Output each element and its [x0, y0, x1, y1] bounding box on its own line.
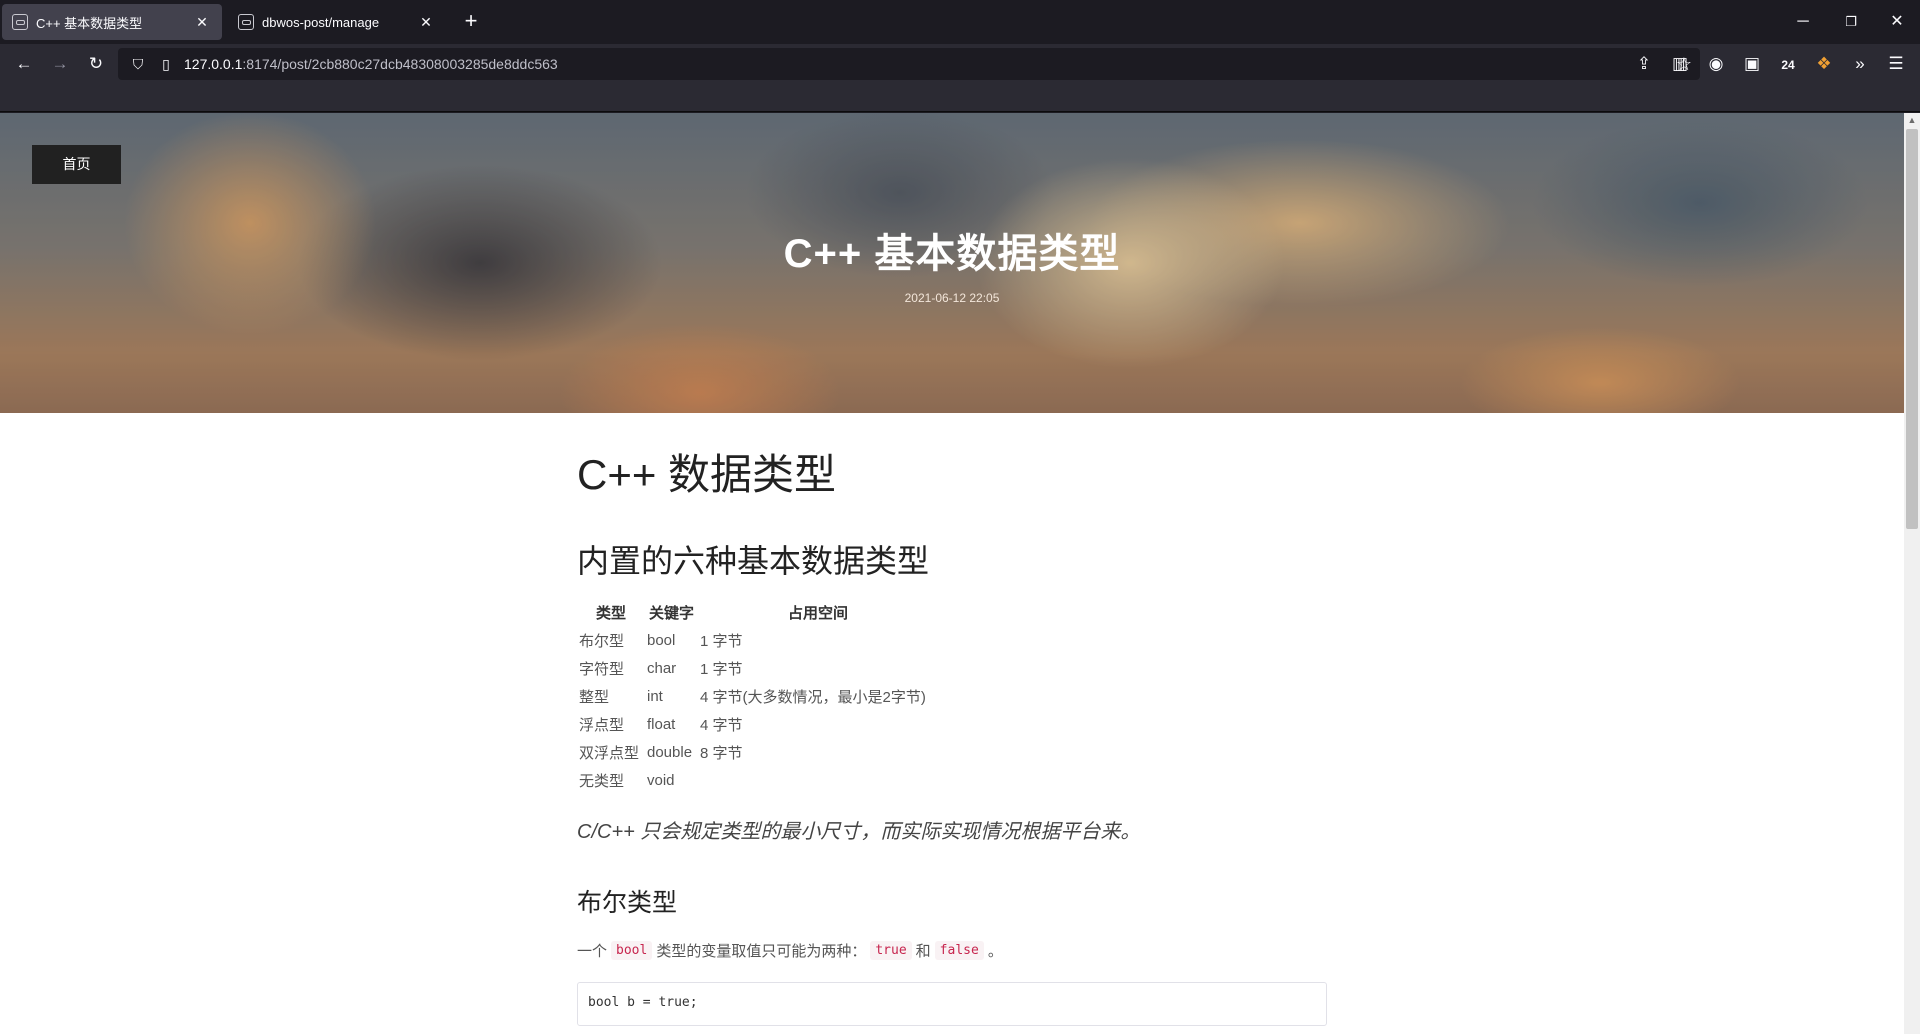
- back-icon[interactable]: ←: [10, 50, 38, 78]
- tab-favicon-icon: [12, 14, 28, 30]
- table-cell: 双浮点型: [579, 744, 640, 762]
- table-cell: 4 字节(大多数情况，最小是2字节): [700, 688, 926, 706]
- tab-post-manage[interactable]: dbwos-post/manage ✕: [228, 4, 446, 40]
- close-window-button[interactable]: ✕: [1882, 8, 1912, 36]
- bool-paragraph: 一个 bool 类型的变量取值只可能为两种： true 和 false 。: [577, 940, 1003, 961]
- table-header-row: 类型 关键字 占用空间: [577, 598, 938, 626]
- forward-icon[interactable]: →: [46, 50, 74, 78]
- bookmarks-toolbar: [0, 84, 1920, 112]
- table-cell: void: [647, 771, 675, 789]
- post-date: 2021-06-12 22:05: [904, 291, 1000, 305]
- table-header-cell: 类型: [595, 604, 626, 622]
- table-cell: 字符型: [579, 660, 625, 678]
- post-title: C++ 基本数据类型: [783, 232, 1121, 276]
- shield-icon[interactable]: ⛉: [128, 54, 148, 74]
- scroll-up-icon[interactable]: ▲: [1907, 115, 1917, 125]
- table-cell: char: [647, 659, 677, 677]
- table-cell: 整型: [579, 688, 610, 706]
- url-path: :8174/post/2cb880c27dcb48308003285de8ddc…: [242, 56, 558, 72]
- addon-badge-count: 24: [1781, 58, 1795, 72]
- overflow-icon[interactable]: »: [1846, 50, 1874, 78]
- table-cell: double: [647, 743, 693, 761]
- page-viewport: 首页 C++ 基本数据类型 2021-06-12 22:05 C++ 数据类型 …: [0, 113, 1904, 1034]
- paragraph-text: 类型的变量取值只可能为两种：: [656, 943, 867, 960]
- navigation-toolbar: ← → ↻ ⛉ ▯ 127.0.0.1:8174/post/2cb880c27d…: [0, 44, 1920, 84]
- reload-icon[interactable]: ↻: [82, 50, 110, 78]
- tab-favicon-icon: [238, 14, 254, 30]
- paragraph-text: 。: [987, 943, 1003, 960]
- table-cell: 无类型: [579, 772, 625, 790]
- table-cell: 1 字节: [700, 660, 743, 678]
- heading-3: 布尔类型: [577, 889, 678, 917]
- table-cell: int: [647, 687, 663, 705]
- paragraph-text: 和: [915, 943, 931, 960]
- reader-icon[interactable]: ▣: [1738, 50, 1766, 78]
- table-cell: [698, 766, 938, 794]
- table-row: 整型 int 4 字节(大多数情况，最小是2字节): [577, 682, 938, 710]
- tab-title: C++ 基本数据类型: [36, 15, 143, 31]
- table-header-cell: 占用空间: [787, 604, 848, 622]
- heading-1: C++ 数据类型: [577, 451, 837, 498]
- data-types-table: 类型 关键字 占用空间 布尔型 bool 1 字节 字符型 char 1 字节 …: [577, 598, 938, 794]
- new-tab-button[interactable]: +: [458, 9, 484, 35]
- addon-icon[interactable]: ❖: [1810, 50, 1838, 78]
- inline-code-true: true: [870, 941, 912, 960]
- inline-code-false: false: [934, 941, 984, 960]
- address-bar[interactable]: ⛉ ▯ 127.0.0.1:8174/post/2cb880c27dcb4830…: [118, 48, 1700, 80]
- extensions-icon[interactable]: ⇪: [1630, 50, 1658, 78]
- table-row: 无类型 void: [577, 766, 938, 794]
- table-cell: 8 字节: [700, 744, 743, 762]
- tab-cpp-types[interactable]: C++ 基本数据类型 ✕: [2, 4, 222, 40]
- minimize-window-button[interactable]: ─: [1788, 8, 1818, 36]
- inline-code-bool: bool: [611, 941, 653, 960]
- home-button[interactable]: 首页: [32, 145, 121, 184]
- table-cell: 1 字节: [700, 632, 743, 650]
- url-text[interactable]: 127.0.0.1:8174/post/2cb880c27dcb48308003…: [184, 56, 558, 72]
- table-row: 布尔型 bool 1 字节: [577, 626, 938, 654]
- table-row: 浮点型 float 4 字节: [577, 710, 938, 738]
- hero-banner: 首页 C++ 基本数据类型 2021-06-12 22:05: [0, 113, 1904, 413]
- addon-count-icon[interactable]: 24: [1774, 50, 1802, 78]
- tab-title: dbwos-post/manage: [262, 14, 380, 30]
- menu-icon[interactable]: ☰: [1882, 50, 1910, 78]
- table-header-cell: 关键字: [648, 604, 694, 622]
- scrollbar-thumb[interactable]: [1906, 129, 1918, 529]
- table-row: 字符型 char 1 字节: [577, 654, 938, 682]
- restore-window-button[interactable]: ❐: [1836, 8, 1866, 36]
- url-host: 127.0.0.1: [184, 56, 243, 72]
- table-cell: float: [647, 715, 676, 733]
- table-cell: 布尔型: [579, 632, 625, 650]
- tab-strip: C++ 基本数据类型 ✕ dbwos-post/manage ✕ + ─ ❐ ✕: [0, 0, 1920, 44]
- account-icon[interactable]: ◉: [1702, 50, 1730, 78]
- code-block: bool b = true;: [577, 982, 1327, 1026]
- table-cell: 4 字节: [700, 716, 743, 734]
- close-tab-icon[interactable]: ✕: [416, 14, 436, 31]
- note-quote: C/C++ 只会规定类型的最小尺寸，而实际实现情况根据平台来。: [577, 821, 1141, 843]
- page-scrollbar[interactable]: ▲: [1904, 113, 1920, 1034]
- table-cell: bool: [647, 631, 676, 649]
- heading-2: 内置的六种基本数据类型: [577, 543, 930, 579]
- table-cell: 浮点型: [579, 716, 625, 734]
- table-row: 双浮点型 double 8 字节: [577, 738, 938, 766]
- page-icon[interactable]: ▯: [156, 54, 176, 74]
- paragraph-text: 一个: [577, 943, 608, 960]
- close-tab-icon[interactable]: ✕: [192, 14, 212, 31]
- sidebar-icon[interactable]: ▥: [1666, 50, 1694, 78]
